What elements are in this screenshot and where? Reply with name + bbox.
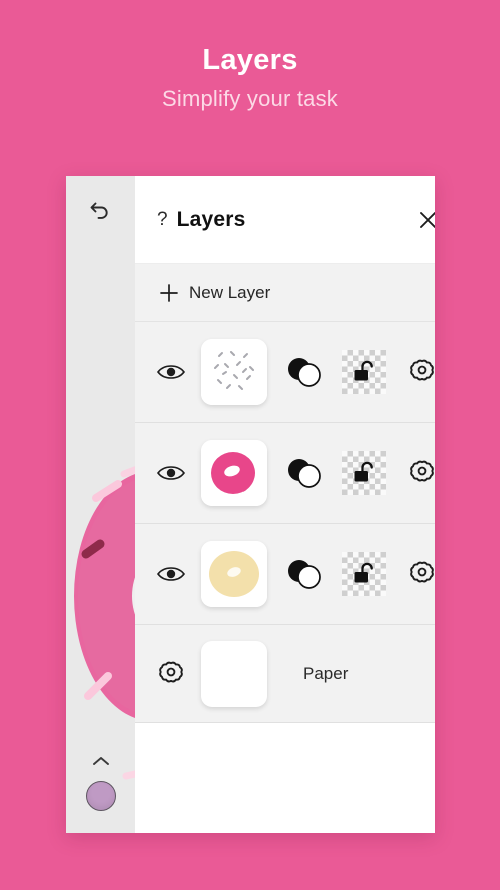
opacity-circles-icon [288,358,321,387]
gear-icon [159,661,183,682]
layer-settings-button[interactable] [395,559,435,589]
layer-lock-button[interactable] [333,350,395,394]
opacity-circles-icon [288,560,321,589]
new-layer-button[interactable]: New Layer [135,264,435,322]
chevron-up-icon [92,757,109,765]
sprinkles-thumbnail [201,339,267,405]
paper-row[interactable]: Paper [135,625,435,723]
cream-donut-thumbnail [201,541,267,607]
layer-settings-button[interactable] [395,458,435,488]
layer-thumbnail[interactable] [193,440,275,506]
layer-thumbnail[interactable] [193,339,275,405]
pink-donut-thumbnail [201,440,267,506]
layer-settings-button[interactable] [395,357,435,387]
canvas-artwork [66,176,135,833]
promo-title: Layers [202,44,298,76]
layer-lock-button[interactable] [333,552,395,596]
color-swatch-button[interactable] [85,781,116,811]
panel-title: Layers [176,207,246,231]
layer-opacity-button[interactable] [275,456,333,490]
layer-thumbnail[interactable] [193,541,275,607]
layer-lock-button[interactable] [333,451,395,495]
undo-button[interactable] [66,196,135,222]
unlock-icon [354,360,373,381]
undo-arrow-icon [90,202,108,219]
app-window: ? Layers New Layer Paper [66,176,435,833]
table-row[interactable] [135,423,435,524]
layer-opacity-button[interactable] [275,557,333,591]
layer-visibility-toggle[interactable] [149,463,193,483]
paper-thumbnail[interactable] [193,640,275,707]
gear-icon [410,561,434,583]
expand-toolbar-button[interactable] [91,754,111,772]
promo-header: Layers Simplify your task [0,0,500,112]
paper-label: Paper [303,663,349,683]
layer-visibility-toggle[interactable] [149,564,193,584]
panel-empty-area [135,723,435,833]
eye-icon [156,466,186,480]
layers-panel: ? Layers New Layer Paper [135,176,435,833]
plus-icon [160,283,178,302]
gear-icon [410,359,434,381]
panel-header: ? Layers [135,176,435,264]
eye-icon [156,365,186,379]
new-layer-label: New Layer [189,282,271,302]
layer-visibility-toggle[interactable] [149,362,193,382]
close-x-icon [420,211,435,228]
donut-artwork-svg [74,466,135,780]
table-row[interactable] [135,524,435,625]
unlock-icon [354,461,373,482]
rail-bottom-group [66,754,135,811]
opacity-circles-icon [288,459,321,488]
unlock-icon [354,562,373,583]
close-panel-button[interactable] [417,209,435,231]
paper-settings-button[interactable] [149,659,193,689]
layer-opacity-button[interactable] [275,355,333,389]
tool-rail [66,176,135,833]
table-row[interactable] [135,322,435,423]
eye-icon [156,567,186,581]
promo-subtitle: Simplify your task [162,86,338,111]
help-icon[interactable]: ? [157,210,168,229]
gear-icon [410,460,434,482]
